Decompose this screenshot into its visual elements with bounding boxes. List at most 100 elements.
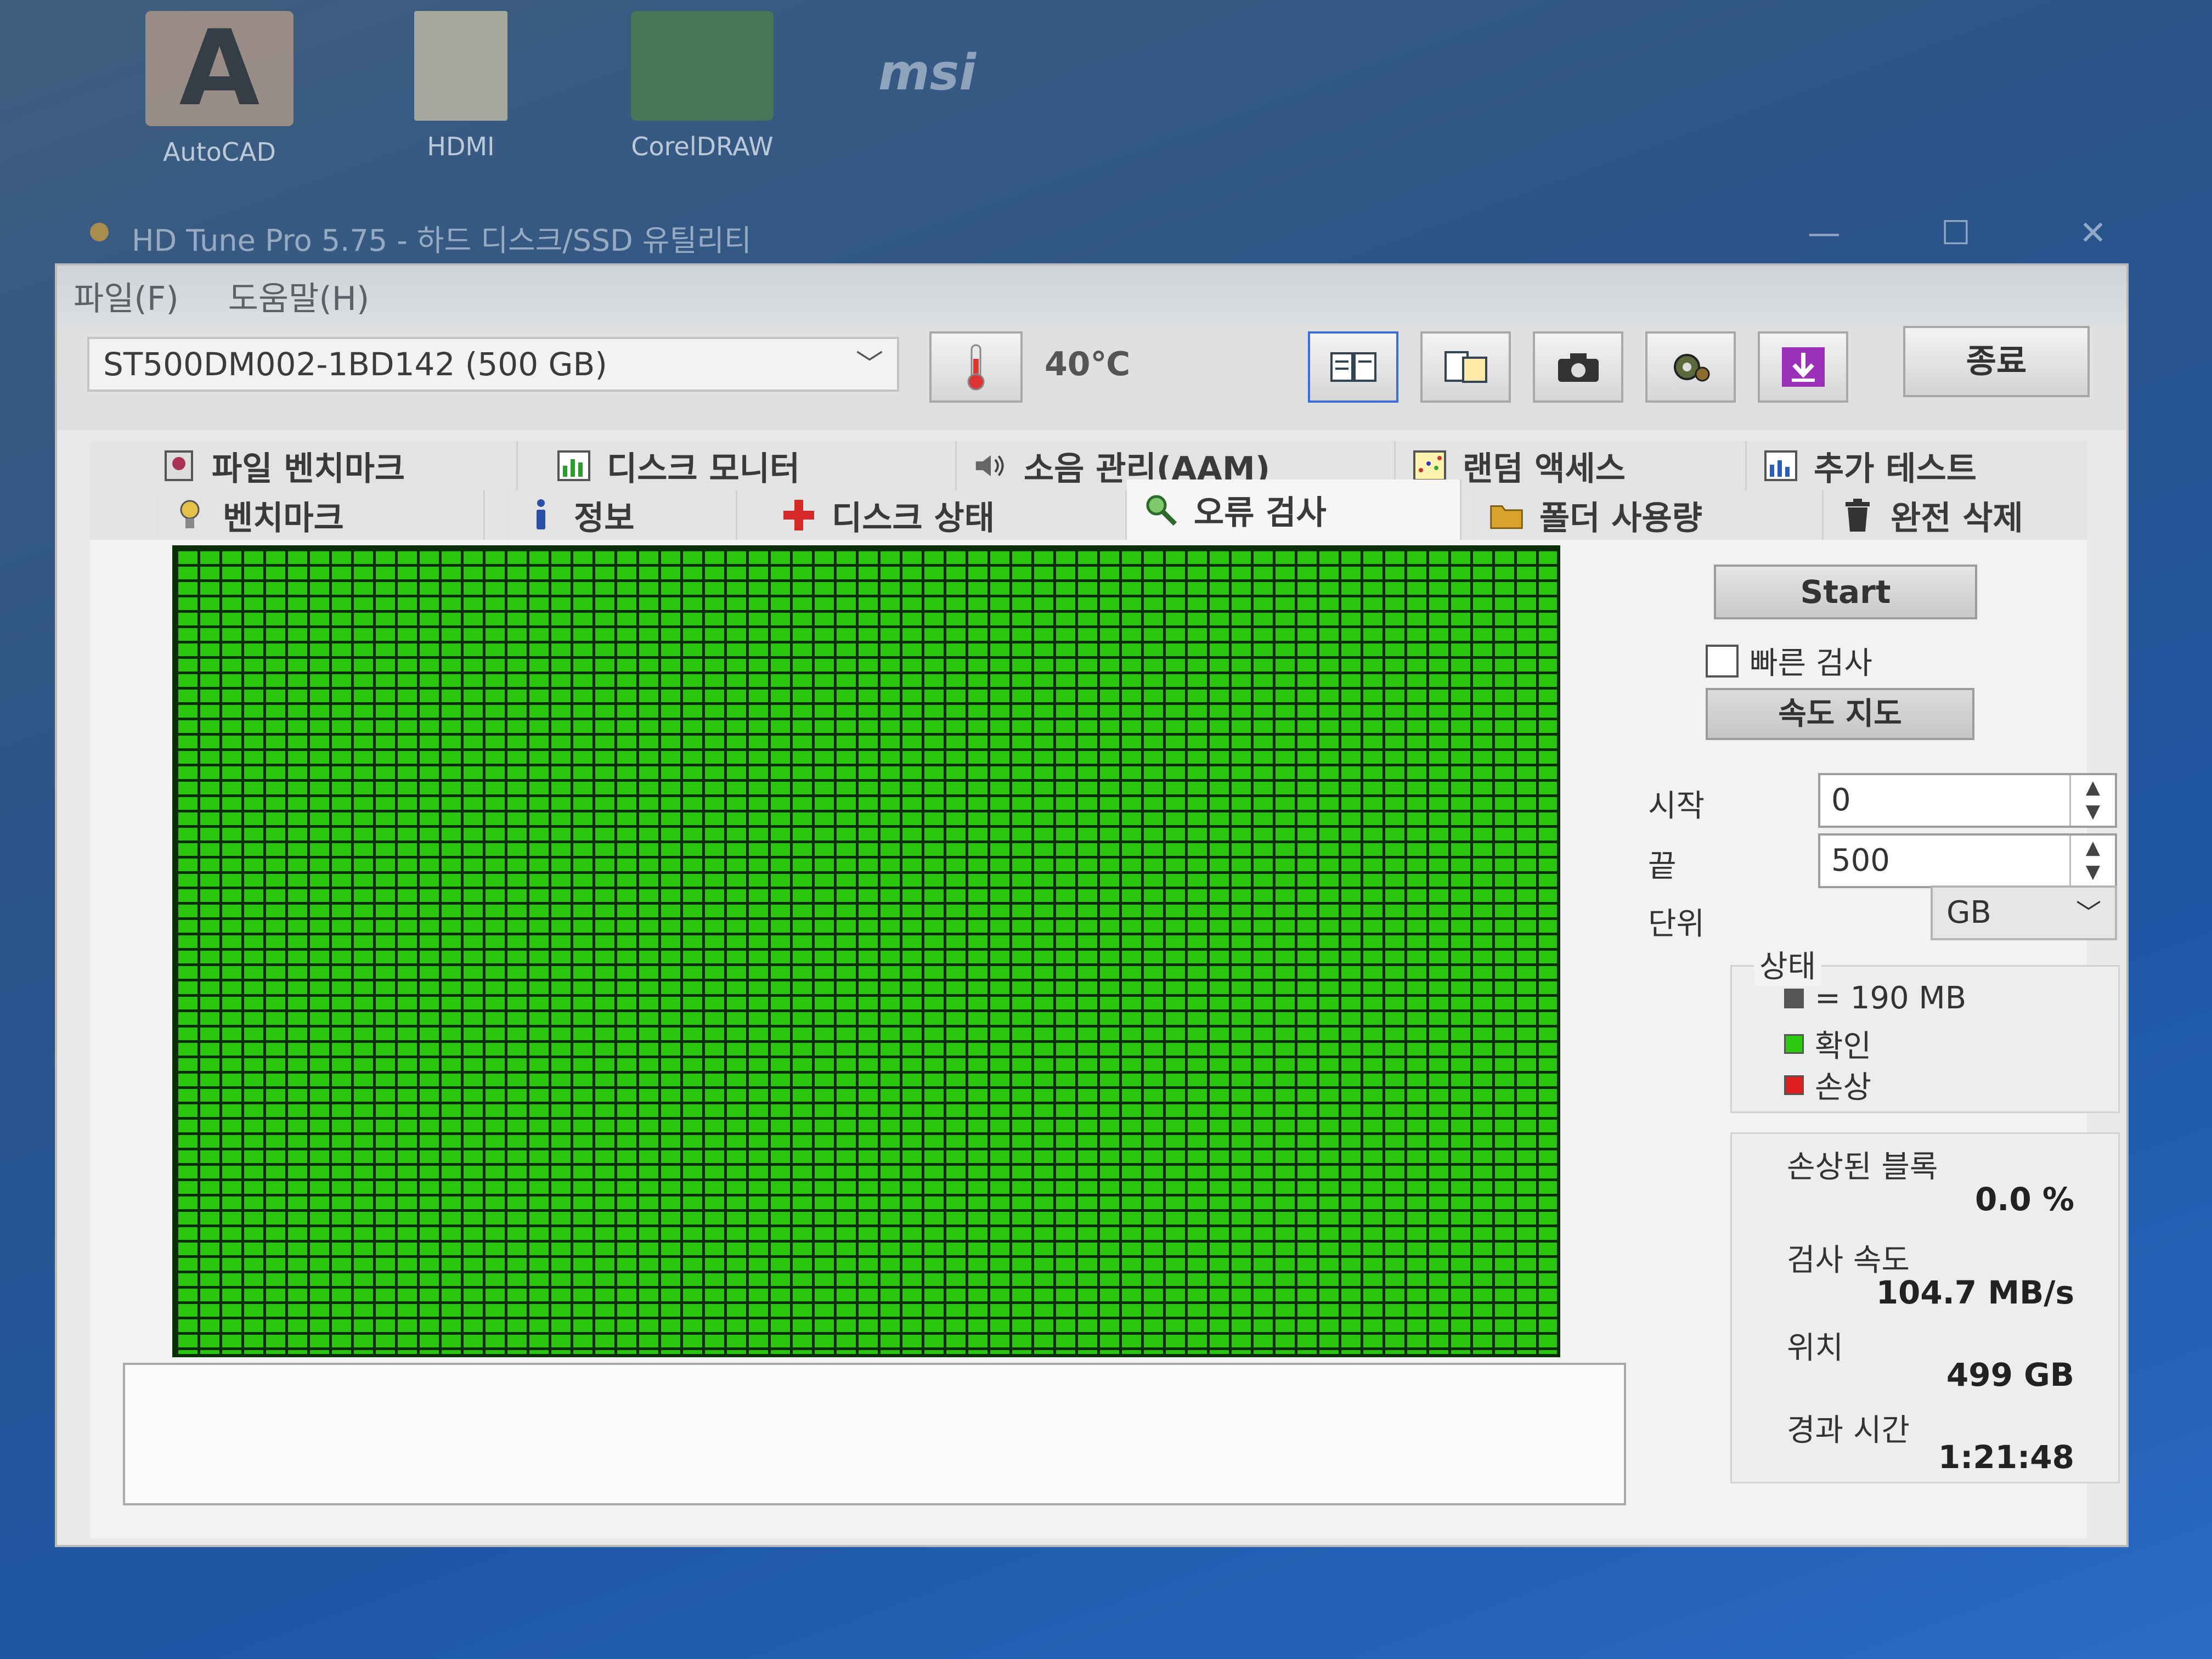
- window-titlebar[interactable]: HD Tune Pro 5.75 - 하드 디스크/SSD 유틸리티 — ☐ ✕: [71, 203, 2129, 263]
- benchmark-icon: [172, 498, 207, 533]
- folder-icon: [1489, 498, 1524, 533]
- tab-label: 벤치마크: [223, 499, 344, 538]
- tab-label: 폴더 사용량: [1539, 499, 1702, 538]
- save-download-button[interactable]: [1758, 331, 1848, 403]
- start-spinbox[interactable]: 0 ▲ ▼: [1818, 773, 2117, 828]
- desktop-icon-hdmi[interactable]: HDMI: [384, 11, 538, 161]
- info-icon: [523, 498, 558, 533]
- tab-label: 오류 검사: [1194, 493, 1327, 532]
- thermometer-icon: [967, 344, 985, 391]
- temperature-readout: 40℃: [1045, 345, 1131, 383]
- settings-icon: [1673, 354, 1709, 382]
- scan-log-box: [123, 1363, 1626, 1505]
- tab-info[interactable]: 정보: [507, 490, 737, 540]
- legend-label: 손상: [1815, 1070, 1872, 1105]
- menu-help[interactable]: 도움말(H): [228, 272, 370, 320]
- tab-error-scan[interactable]: 오류 검사: [1127, 479, 1462, 540]
- coreldraw-icon: [631, 11, 774, 121]
- legend-swatch: [1784, 1034, 1804, 1054]
- start-field-label: 시작: [1648, 788, 1705, 824]
- tab-erase[interactable]: 완전 삭제: [1824, 490, 2087, 540]
- unit-select[interactable]: GB ﹀: [1931, 885, 2117, 940]
- desktop-icon-label: CorelDRAW: [631, 132, 774, 161]
- tab-label: 랜덤 액세스: [1463, 449, 1626, 488]
- tab-benchmark[interactable]: 벤치마크: [156, 490, 485, 540]
- msi-icon: msi: [878, 44, 977, 101]
- desktop-icon-msi[interactable]: msi: [845, 33, 1009, 101]
- damaged-blocks-value: 0.0 %: [1974, 1181, 2074, 1218]
- legend-item-block-size: = 190 MB: [1784, 980, 1966, 1016]
- position-value: 499 GB: [1946, 1356, 2074, 1393]
- legend-label: 확인: [1815, 1029, 1872, 1064]
- health-cross-icon: [781, 498, 816, 533]
- screenshot-button[interactable]: [1533, 331, 1623, 403]
- chevron-down-icon: ﹀: [856, 348, 883, 380]
- autocad-icon: A: [145, 11, 294, 126]
- exit-button[interactable]: 종료: [1903, 326, 2090, 397]
- extra-tests-icon: [1763, 448, 1798, 483]
- legend-title: 상태: [1754, 942, 1822, 986]
- start-button[interactable]: Start: [1714, 565, 1977, 619]
- app-window: 파일(F) 도움말(H) ST500DM002-1BD142 (500 GB) …: [55, 263, 2129, 1547]
- quick-scan-checkbox[interactable]: [1706, 644, 1739, 678]
- maximize-button[interactable]: ☐: [1926, 208, 1986, 258]
- legend-item-damaged: 손상: [1784, 1063, 1871, 1107]
- stats-group: 손상된 블록 0.0 % 검사 속도 104.7 MB/s 위치 499 GB …: [1730, 1132, 2120, 1483]
- options-button[interactable]: [1645, 331, 1736, 403]
- desktop-icon-coreldraw[interactable]: CorelDRAW: [592, 11, 812, 161]
- tab-folder-usage[interactable]: 폴더 사용량: [1472, 490, 1824, 540]
- spin-arrows-icon[interactable]: ▲ ▼: [2069, 836, 2115, 886]
- unit-value: GB: [1946, 895, 1991, 930]
- error-scan-panel: Start 빠른 검사 속도 지도 시작 0 ▲ ▼ 끝 500 ▲ ▼ 단위 GB…: [90, 540, 2120, 1538]
- tab-label: 정보: [574, 499, 635, 538]
- tab-extra-tests[interactable]: 추가 테스트: [1747, 441, 2087, 490]
- file-icon: [414, 11, 507, 121]
- end-field-label: 끝: [1648, 849, 1677, 884]
- tab-label: 완전 삭제: [1891, 499, 2023, 538]
- spin-arrows-icon[interactable]: ▲ ▼: [2069, 775, 2115, 826]
- tab-label: 디스크 상태: [832, 499, 995, 538]
- copy-text-icon: [1330, 352, 1376, 382]
- quick-scan-option[interactable]: 빠른 검사: [1706, 639, 1872, 683]
- tab-file-benchmark[interactable]: 파일 벤치마크: [145, 441, 518, 490]
- disk-monitor-icon: [556, 448, 591, 483]
- copy-clipboard-button[interactable]: [1420, 331, 1511, 403]
- position-label: 위치: [1787, 1330, 1844, 1366]
- desktop-icon-autocad[interactable]: A AutoCAD: [132, 11, 307, 167]
- temperature-button[interactable]: [929, 331, 1023, 403]
- legend-swatch: [1784, 1075, 1804, 1095]
- speaker-icon: [973, 448, 1008, 483]
- unit-field-label: 단위: [1648, 906, 1705, 942]
- download-arrow-icon: [1781, 347, 1825, 387]
- tab-label: 추가 테스트: [1814, 449, 1977, 488]
- chevron-down-icon: ﹀: [2076, 898, 2101, 928]
- elapsed-time-label: 경과 시간: [1787, 1413, 1910, 1448]
- copy-info-button[interactable]: [1308, 331, 1398, 403]
- drive-select-value: ST500DM002-1BD142 (500 GB): [103, 346, 607, 383]
- drive-select[interactable]: ST500DM002-1BD142 (500 GB) ﹀: [87, 337, 899, 392]
- tab-disk-health[interactable]: 디스크 상태: [765, 490, 1127, 540]
- scan-speed-label: 검사 속도: [1787, 1243, 1910, 1278]
- tab-label: 디스크 모니터: [607, 449, 800, 488]
- scan-speed-value: 104.7 MB/s: [1876, 1274, 2074, 1311]
- tab-label: 파일 벤치마크: [212, 449, 405, 488]
- app-icon: [90, 223, 109, 241]
- random-access-icon: [1412, 448, 1447, 483]
- minimize-button[interactable]: —: [1794, 208, 1854, 258]
- quick-scan-label: 빠른 검사: [1750, 646, 1872, 681]
- menu-file[interactable]: 파일(F): [74, 272, 179, 320]
- legend-label: = 190 MB: [1815, 980, 1967, 1016]
- elapsed-time-value: 1:21:48: [1938, 1438, 2074, 1476]
- tab-disk-monitor[interactable]: 디스크 모니터: [540, 441, 957, 490]
- end-spinbox[interactable]: 500 ▲ ▼: [1818, 833, 2117, 888]
- end-value: 500: [1831, 843, 1890, 878]
- desktop-icon-label: HDMI: [427, 132, 495, 161]
- close-button[interactable]: ✕: [2063, 208, 2123, 258]
- menu-bar: 파일(F) 도움말(H): [57, 266, 2126, 326]
- speed-map-button[interactable]: 속도 지도: [1706, 688, 1974, 740]
- legend-swatch: [1784, 988, 1804, 1008]
- window-title: HD Tune Pro 5.75 - 하드 디스크/SSD 유틸리티: [132, 223, 752, 258]
- legend-group: 상태 = 190 MB 확인 손상: [1730, 942, 2120, 1113]
- desktop-icon-label: AutoCAD: [163, 137, 276, 167]
- file-benchmark-icon: [161, 448, 196, 483]
